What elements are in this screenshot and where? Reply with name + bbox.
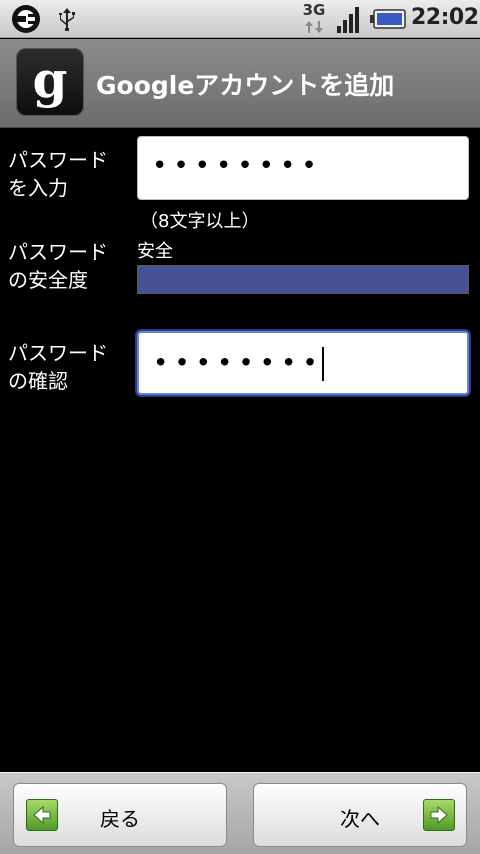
password-value: •••••••• xyxy=(152,151,323,181)
password-label: パスワード を入力 xyxy=(8,148,108,200)
next-arrow-icon xyxy=(423,799,455,831)
google-logo: g xyxy=(16,48,84,116)
clock: 22:02 xyxy=(411,5,479,30)
confirm-password-input[interactable]: •••••••• xyxy=(137,331,469,395)
confirm-label: パスワード の確認 xyxy=(8,341,108,393)
status-bar: 3G 22:02 xyxy=(0,0,480,38)
network-type: 3G xyxy=(302,1,326,19)
password-strength-fill xyxy=(138,266,468,293)
back-button[interactable]: 戻る xyxy=(13,783,227,847)
data-activity-icon xyxy=(305,21,323,33)
strength-label: パスワード の安全度 xyxy=(8,240,108,292)
title-bar: g Googleアカウントを追加 xyxy=(0,39,480,128)
usb-debugging-icon xyxy=(12,5,40,33)
password-hint: （8文字以上） xyxy=(140,211,260,232)
signal-strength-icon xyxy=(337,7,359,33)
page-title: Googleアカウントを追加 xyxy=(96,71,395,100)
text-cursor xyxy=(321,347,324,381)
confirm-password-value: •••••••• xyxy=(153,348,324,379)
password-strength-bar xyxy=(137,265,469,294)
bottom-bar: 戻る 次へ xyxy=(0,772,480,854)
next-button[interactable]: 次へ xyxy=(253,783,467,847)
back-button-label: 戻る xyxy=(100,807,140,831)
google-logo-letter: g xyxy=(33,50,68,109)
battery-icon xyxy=(370,9,406,29)
password-input[interactable]: •••••••• xyxy=(137,136,469,200)
strength-value: 安全 xyxy=(137,241,173,262)
usb-icon xyxy=(59,8,75,31)
